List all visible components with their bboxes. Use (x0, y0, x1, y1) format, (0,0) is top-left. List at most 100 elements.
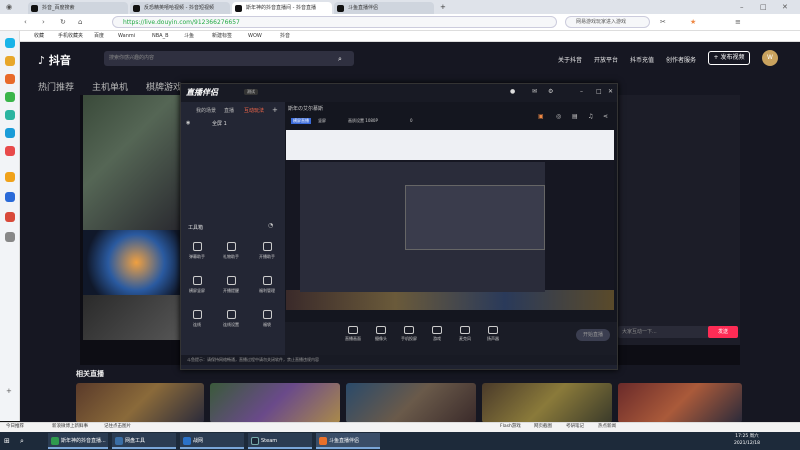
sidebar-app-icon[interactable] (5, 110, 15, 120)
sidebar-app-icon[interactable] (5, 146, 15, 156)
status-item[interactable]: Flash游戏 (500, 422, 521, 432)
sidebar-app-icon[interactable] (5, 232, 15, 242)
layout-icon[interactable]: ▤ (572, 110, 578, 124)
control-button[interactable]: 扬声器 (480, 326, 506, 342)
control-button[interactable]: 直播画面 (340, 326, 366, 342)
tool-button[interactable]: 开播助手 (252, 242, 282, 268)
douyin-search-input[interactable]: 搜索你感兴趣的内容 (104, 51, 354, 66)
control-button[interactable]: 摄像头 (368, 326, 394, 342)
control-button[interactable]: 麦克风 (452, 326, 478, 342)
browser-tab[interactable]: 反恐精英嘻哈视频 - 抖音短视频 (130, 2, 230, 14)
system-clock[interactable]: 17:25 周六 2021/12/18 (734, 433, 760, 447)
message-icon[interactable]: ✉ (532, 85, 537, 99)
header-link[interactable]: 创作者服务 (666, 55, 696, 64)
scene-label[interactable]: 全屏 1 (212, 120, 227, 127)
search-icon[interactable]: ⌕ (338, 52, 342, 66)
share-icon[interactable]: ⋖ (603, 110, 608, 124)
maximize-icon[interactable]: □ (760, 0, 767, 14)
refresh-icon[interactable]: ↻ (60, 15, 66, 29)
related-live-thumbnail[interactable] (482, 383, 612, 423)
left-tab[interactable]: 我的场景 (196, 107, 216, 114)
bookmark-item[interactable]: 收藏 (34, 31, 44, 42)
new-tab-icon[interactable]: + (440, 0, 446, 14)
tools-more-icon[interactable]: ◔ (268, 222, 273, 229)
related-live-thumbnail[interactable] (76, 383, 204, 423)
chat-input[interactable]: 大家互动一下... (618, 326, 710, 338)
bookmark-item[interactable]: 百度 (94, 31, 104, 42)
sidebar-app-icon[interactable] (5, 74, 15, 84)
tool-button[interactable]: 开播提醒 (216, 276, 246, 302)
header-link[interactable]: 开放平台 (594, 55, 618, 64)
sidebar-app-icon[interactable] (5, 212, 15, 222)
start-live-button[interactable]: 开始直播 (576, 329, 610, 341)
app-minimize-icon[interactable]: – (580, 85, 583, 99)
send-button[interactable]: 发送 (708, 326, 738, 338)
taskbar-item[interactable]: 斯年神的抖音直播... (48, 433, 108, 449)
tool-button[interactable]: 连线 (182, 310, 212, 336)
related-live-thumbnail[interactable] (210, 383, 340, 423)
tool-button[interactable]: 福袋 (252, 310, 282, 336)
status-item[interactable]: 热点新闻 (598, 422, 616, 432)
browser-search-field[interactable]: 网易游戏玩家进入游戏 (565, 16, 650, 28)
extension-icon[interactable]: ★ (690, 15, 696, 29)
status-item[interactable]: 新浪微博上新鲜事 (52, 422, 88, 432)
browser-tab-active[interactable]: 斯年神的抖音直播间 - 抖音直播 (232, 2, 332, 14)
minimize-icon[interactable]: – (740, 0, 744, 14)
taskbar-search-icon[interactable]: ⌕ (20, 434, 24, 448)
sidebar-app-icon[interactable] (5, 192, 15, 202)
sidebar-app-icon[interactable] (5, 128, 15, 138)
close-icon[interactable]: ✕ (782, 0, 788, 14)
tool-button[interactable]: 礼物助手 (216, 242, 246, 268)
forward-icon[interactable]: › (42, 15, 45, 29)
url-field[interactable]: https://live.douyin.com/912366276657 (112, 16, 557, 28)
add-scene-icon[interactable]: + (272, 103, 278, 117)
record-icon[interactable]: ▣ (538, 110, 544, 124)
status-item[interactable]: 记住点击图片 (104, 422, 131, 432)
browser-tab[interactable]: 斗鱼直播伴侣 (334, 2, 434, 14)
taskbar-item[interactable]: 网盘工具 (112, 433, 176, 449)
bookmark-item[interactable]: NBA_B (152, 31, 169, 42)
tool-button[interactable]: 横屏竖屏 (182, 276, 212, 302)
sidebar-app-icon[interactable] (5, 92, 15, 102)
related-live-thumbnail[interactable] (618, 383, 742, 423)
mode-badge[interactable]: 竖屏 (318, 118, 326, 124)
app-avatar-icon[interactable]: ● (510, 85, 515, 99)
scissors-icon[interactable]: ✂ (660, 15, 666, 29)
windows-start-icon[interactable]: ⊞ (4, 434, 10, 448)
sidebar-app-icon[interactable] (5, 172, 15, 182)
nav-tab[interactable]: 主机单机 (92, 80, 128, 93)
related-live-thumbnail[interactable] (346, 383, 476, 423)
control-button[interactable]: 游戏 (424, 326, 450, 342)
header-link[interactable]: 抖币充值 (630, 55, 654, 64)
browser-tab[interactable]: 抖音_百度搜索 (28, 2, 128, 14)
taskbar-item-active[interactable]: 斗鱼直播伴侣 (316, 433, 380, 449)
control-button[interactable]: 手机投屏 (396, 326, 422, 342)
status-item[interactable]: 网页截图 (534, 422, 552, 432)
home-icon[interactable]: ⌂ (78, 15, 82, 29)
status-item[interactable]: 今日推荐 (6, 422, 24, 432)
quality-setting[interactable]: 画质设置 1080P (348, 118, 378, 124)
back-icon[interactable]: ‹ (24, 15, 27, 29)
status-item[interactable]: 考研笔记 (566, 422, 584, 432)
bookmark-item[interactable]: 新建标签 (212, 31, 232, 42)
camera-icon[interactable]: ◎ (556, 110, 561, 124)
nav-tab[interactable]: 棋牌游戏 (146, 80, 182, 93)
sidebar-app-icon[interactable] (5, 56, 15, 66)
settings-icon[interactable]: ⚙ (548, 85, 553, 99)
douyin-logo[interactable]: ♪ 抖音 (38, 52, 71, 68)
left-tab[interactable]: 直播 (224, 107, 234, 114)
bell-icon[interactable]: ♫ (588, 110, 593, 124)
menu-icon[interactable]: ≡ (735, 15, 741, 29)
tool-button[interactable]: 连线设置 (216, 310, 246, 336)
tool-button[interactable]: 福利管理 (252, 276, 282, 302)
tool-button[interactable]: 弹幕助手 (182, 242, 212, 268)
bookmark-item[interactable]: 抖音 (280, 31, 290, 42)
app-maximize-icon[interactable]: □ (596, 85, 602, 99)
sidebar-add-icon[interactable]: + (6, 384, 12, 398)
publish-video-button[interactable]: + 发布视频 (708, 51, 750, 65)
left-tab-active[interactable]: 互动玩法 (244, 107, 264, 114)
sidebar-app-icon[interactable] (5, 38, 15, 48)
taskbar-item[interactable]: 战网 (180, 433, 244, 449)
nav-tab[interactable]: 热门推荐 (38, 80, 74, 93)
taskbar-item[interactable]: Steam (248, 433, 312, 449)
